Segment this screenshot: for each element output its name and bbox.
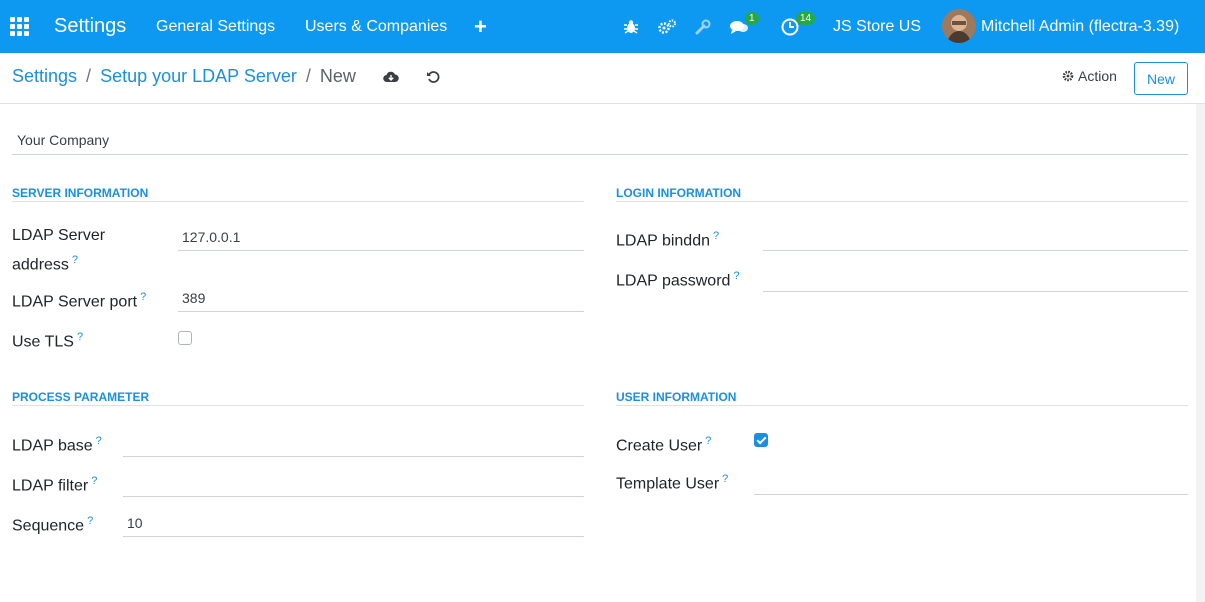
save-cloud-icon[interactable] [381, 67, 401, 87]
breadcrumb-separator: / [86, 66, 92, 86]
menu-users-companies[interactable]: Users & Companies [305, 0, 447, 53]
help-icon[interactable]: ? [733, 270, 739, 282]
gears-icon[interactable] [657, 0, 677, 53]
password-label: LDAP password? [616, 270, 740, 290]
binddn-label: LDAP binddn? [616, 230, 720, 250]
menu-general-settings[interactable]: General Settings [156, 0, 275, 53]
breadcrumb-settings[interactable]: Settings [12, 66, 77, 87]
add-menu-button[interactable]: + [474, 0, 487, 53]
action-button[interactable]: Action [1062, 68, 1117, 84]
user-menu[interactable]: Mitchell Admin (flectra-3.39) [981, 0, 1179, 53]
help-icon[interactable]: ? [705, 435, 711, 447]
server-address-input[interactable]: 127.0.0.1 [178, 225, 584, 251]
tls-label: Use TLS? [12, 331, 84, 351]
sequence-label: Sequence? [12, 515, 94, 535]
server-port-input[interactable]: 389 [178, 286, 584, 312]
messages-badge: 1 [745, 12, 759, 25]
ldap-base-input[interactable] [123, 431, 584, 457]
gear-icon [1062, 70, 1074, 82]
wrench-icon[interactable] [693, 0, 713, 53]
breadcrumb-ldap-setup[interactable]: Setup your LDAP Server [100, 66, 297, 87]
top-navbar: Settings General Settings Users & Compan… [0, 0, 1205, 53]
app-title[interactable]: Settings [54, 0, 126, 53]
use-tls-checkbox[interactable] [178, 331, 192, 345]
password-input[interactable] [763, 266, 1188, 292]
apps-menu-icon[interactable] [10, 0, 30, 53]
breadcrumb-separator: / [305, 66, 311, 86]
help-icon[interactable]: ? [713, 230, 719, 242]
company-switcher[interactable]: JS Store US [833, 0, 921, 53]
binddn-input[interactable] [763, 225, 1188, 251]
help-icon[interactable]: ? [77, 331, 83, 343]
scrollbar-track[interactable] [1196, 104, 1205, 602]
create-user-checkbox[interactable] [754, 433, 768, 447]
section-server-information: SERVER INFORMATION [12, 184, 584, 202]
new-button[interactable]: New [1134, 62, 1188, 95]
discard-undo-icon[interactable] [423, 67, 443, 87]
debug-bug-icon[interactable] [621, 0, 641, 53]
control-panel: Settings / Setup your LDAP Server / New … [0, 53, 1205, 104]
ldap-filter-input[interactable] [123, 471, 584, 497]
messages-icon[interactable]: 1 [729, 0, 759, 53]
section-user-information: USER INFORMATION [616, 388, 1188, 406]
create-user-label: Create User? [616, 435, 712, 455]
avatar[interactable] [942, 9, 976, 43]
section-login-information: LOGIN INFORMATION [616, 184, 1188, 202]
help-icon[interactable]: ? [96, 435, 102, 447]
activities-clock-icon[interactable]: 14 [780, 0, 816, 53]
action-label: Action [1078, 68, 1117, 84]
activities-badge: 14 [796, 12, 816, 25]
help-icon[interactable]: ? [722, 473, 728, 485]
server-port-label: LDAP Server port? [12, 291, 147, 311]
company-field[interactable]: Your Company [12, 127, 1188, 155]
breadcrumb: Settings / Setup your LDAP Server / New [12, 66, 356, 87]
help-icon[interactable]: ? [87, 515, 93, 527]
ldap-filter-label: LDAP filter? [12, 475, 98, 495]
help-icon[interactable]: ? [72, 254, 78, 266]
sequence-input[interactable]: 10 [123, 511, 584, 537]
help-icon[interactable]: ? [140, 291, 146, 303]
ldap-base-label: LDAP base? [12, 435, 102, 455]
section-process-parameter: PROCESS PARAMETER [12, 388, 584, 406]
template-user-input[interactable] [754, 469, 1188, 495]
breadcrumb-current: New [319, 66, 356, 86]
help-icon[interactable]: ? [91, 475, 97, 487]
server-address-label: LDAP Server address? [12, 227, 106, 274]
template-user-label: Template User? [616, 473, 729, 493]
